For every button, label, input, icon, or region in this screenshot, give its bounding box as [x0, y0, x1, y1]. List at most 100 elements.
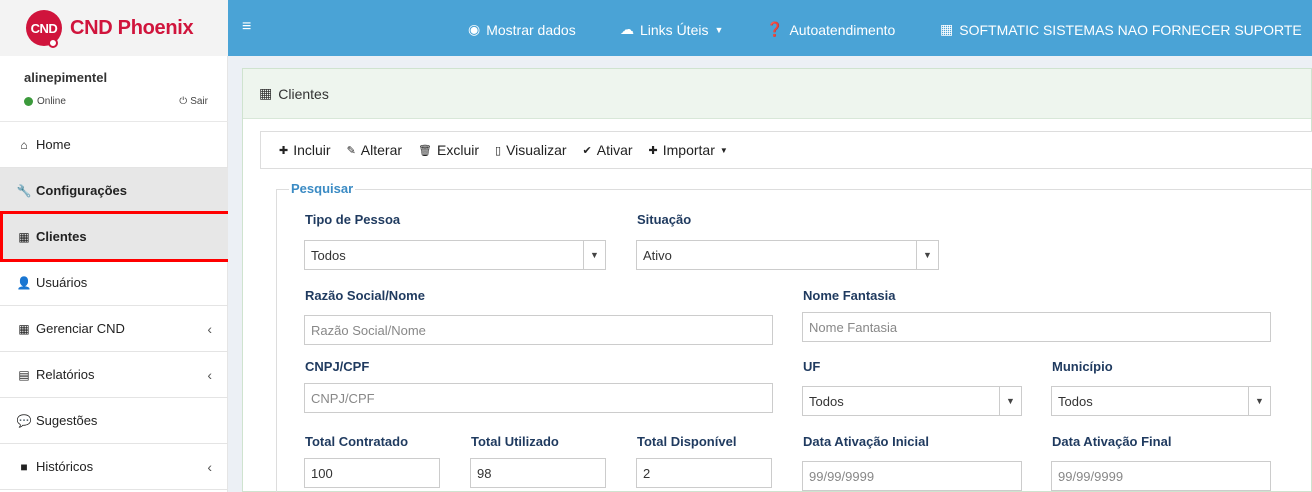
data-final-label: Data Ativação Final [1052, 434, 1172, 449]
data-final-placeholder: 99/99/9999 [1058, 468, 1124, 484]
sidebar-item-relatorios[interactable]: ▤ Relatórios ‹ [0, 352, 228, 398]
sidebar-item-label: Gerenciar CND [36, 321, 125, 336]
municipio-value: Todos [1058, 393, 1093, 409]
view-button[interactable]: ▯ Visualizar [495, 142, 567, 158]
question-circle-icon: ❓ [766, 21, 784, 37]
sidebar-item-sugestoes[interactable]: 💬 Sugestões [0, 398, 228, 444]
delete-label: Excluir [437, 142, 480, 158]
company-link[interactable]: ▦ SOFTMATIC SISTEMAS NAO FORNECER SUPORT… [940, 21, 1302, 38]
sidebar-item-home[interactable]: ⌂ Home [0, 122, 228, 168]
search-legend: Pesquisar [289, 181, 356, 196]
edit-button[interactable]: ✎ Alterar [347, 142, 402, 158]
brand-dot-icon [48, 38, 58, 48]
sidebar-item-historicos[interactable]: ■ Históricos ‹ [0, 444, 228, 490]
cnpj-input[interactable]: CNPJ/CPF [304, 383, 773, 413]
sidebar-item-clientes[interactable]: ▦ Clientes [0, 214, 228, 260]
archive-icon: ■ [20, 459, 28, 474]
power-icon: ⏻ [179, 96, 188, 107]
self-service-link[interactable]: ❓ Autoatendimento [766, 21, 895, 38]
total-disponivel-input[interactable]: 2 [636, 458, 772, 488]
cnpj-label: CNPJ/CPF [305, 359, 370, 374]
uf-select[interactable]: Todos ▼ [802, 386, 1022, 416]
plus-icon: ✚ [648, 144, 658, 157]
user-status: Online [24, 96, 66, 107]
plus-icon: ✚ [279, 144, 289, 157]
chevron-left-icon: ‹ [207, 458, 212, 475]
chevron-left-icon: ‹ [207, 366, 212, 383]
show-data-label: Mostrar dados [486, 21, 576, 38]
logout-button[interactable]: ⏻ Sair [179, 96, 208, 107]
topbar: ≡ ◉ Mostrar dados ☁ Links Úteis ▼ ❓ Auto… [228, 0, 1312, 56]
sidebar-item-label: Usuários [36, 275, 88, 290]
show-data-link[interactable]: ◉ Mostrar dados [468, 21, 576, 38]
total-disponivel-value: 2 [643, 465, 651, 481]
file-icon: ▯ [495, 144, 502, 157]
total-utilizado-input[interactable]: 98 [470, 458, 606, 488]
total-contratado-label: Total Contratado [305, 434, 409, 449]
sidebar-item-label: Sugestões [36, 413, 98, 428]
import-dropdown[interactable]: ✚ Importar ▼ [649, 142, 728, 158]
include-label: Incluir [293, 142, 331, 158]
user-panel: alinepimentel Online ⏻ Sair [0, 56, 228, 122]
logout-label: Sair [190, 96, 208, 107]
caret-down-icon: ▼ [714, 24, 724, 35]
sidebar-item-gerenciar-cnd[interactable]: ▦ Gerenciar CND ‹ [0, 306, 228, 352]
building-icon: ▦ [940, 21, 954, 37]
edit-label: Alterar [360, 142, 403, 158]
municipio-select[interactable]: Todos ▼ [1051, 386, 1271, 416]
links-label: Links Úteis [640, 21, 709, 38]
wrench-icon: 🔧 [16, 183, 32, 198]
sidebar-item-label: Configurações [36, 183, 128, 198]
situacao-value: Ativo [643, 247, 672, 263]
import-label: Importar [662, 142, 715, 158]
self-service-label: Autoatendimento [789, 21, 896, 38]
cnpj-placeholder: CNPJ/CPF [311, 390, 375, 406]
calendar-icon: ▦ [18, 321, 30, 336]
razao-label: Razão Social/Nome [305, 288, 425, 303]
building-icon: ▦ [18, 229, 30, 244]
situacao-label: Situação [637, 212, 692, 227]
caret-down-icon: ▼ [1248, 387, 1270, 415]
building-icon: ▦ [259, 85, 273, 101]
caret-down-icon: ▼ [916, 241, 938, 269]
home-icon: ⌂ [20, 137, 28, 152]
panel-title: Clientes [278, 85, 329, 102]
total-disponivel-label: Total Disponível [637, 434, 737, 449]
sidebar-item-usuarios[interactable]: 👤 Usuários [0, 260, 228, 306]
check-icon: ✔ [582, 144, 592, 157]
total-utilizado-label: Total Utilizado [471, 434, 559, 449]
brand-logo[interactable]: CND CND Phoenix [0, 0, 228, 56]
delete-button[interactable]: 🗑 Excluir [418, 142, 479, 158]
trash-icon: 🗑 [418, 144, 432, 157]
data-inicial-placeholder: 99/99/9999 [809, 468, 875, 484]
fantasia-input[interactable]: Nome Fantasia [802, 312, 1271, 342]
activate-label: Ativar [596, 142, 633, 158]
links-dropdown[interactable]: ☁ Links Úteis ▼ [620, 21, 723, 38]
user-icon: 👤 [16, 275, 32, 290]
data-inicial-label: Data Ativação Inicial [803, 434, 929, 449]
hamburger-menu-icon[interactable]: ≡ [242, 18, 251, 36]
include-button[interactable]: ✚ Incluir [279, 142, 331, 158]
cloud-icon: ☁ [620, 21, 634, 37]
data-inicial-input[interactable]: 99/99/9999 [802, 461, 1022, 491]
sidebar-item-label: Clientes [36, 229, 87, 244]
sidebar: CND CND Phoenix alinepimentel Online ⏻ S… [0, 0, 228, 492]
sidebar-item-label: Históricos [36, 459, 94, 474]
brand-badge: CND [26, 10, 62, 48]
sidebar-item-configuracoes[interactable]: 🔧 Configurações [0, 168, 228, 214]
sidebar-item-label: Relatórios [36, 367, 95, 382]
online-status-icon [24, 97, 33, 106]
tipo-pessoa-value: Todos [311, 247, 346, 263]
uf-value: Todos [809, 393, 844, 409]
pencil-icon: ✎ [346, 144, 356, 157]
situacao-select[interactable]: Ativo ▼ [636, 240, 939, 270]
total-utilizado-value: 98 [477, 465, 492, 481]
eye-icon: ◉ [468, 21, 481, 37]
total-contratado-input[interactable]: 100 [304, 458, 440, 488]
data-final-input[interactable]: 99/99/9999 [1051, 461, 1271, 491]
razao-input[interactable]: Razão Social/Nome [304, 315, 773, 345]
user-status-label: Online [37, 96, 66, 107]
tipo-pessoa-select[interactable]: Todos ▼ [304, 240, 606, 270]
toolbar: ✚ Incluir ✎ Alterar 🗑 Excluir ▯ Visualiz… [260, 131, 1312, 169]
activate-button[interactable]: ✔ Ativar [583, 142, 633, 158]
